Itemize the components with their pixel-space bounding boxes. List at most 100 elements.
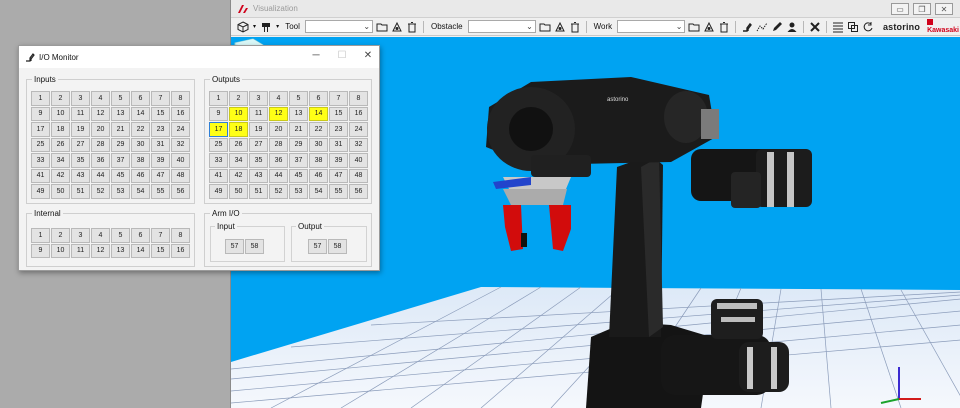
input-signal-54[interactable]: 54 <box>131 184 150 199</box>
output-signal-11[interactable]: 11 <box>249 106 268 121</box>
output-signal-55[interactable]: 55 <box>329 184 348 199</box>
internal-signal-5[interactable]: 5 <box>111 228 130 243</box>
output-signal-24[interactable]: 24 <box>349 122 368 137</box>
output-signal-30[interactable]: 30 <box>309 137 328 152</box>
open-folder-icon[interactable] <box>539 20 551 33</box>
open-folder-icon[interactable] <box>688 20 700 33</box>
output-signal-19[interactable]: 19 <box>249 122 268 137</box>
input-signal-29[interactable]: 29 <box>111 137 130 152</box>
output-signal-20[interactable]: 20 <box>269 122 288 137</box>
trash-icon[interactable] <box>718 20 730 33</box>
frame-icon[interactable] <box>847 20 859 33</box>
output-signal-34[interactable]: 34 <box>229 153 248 168</box>
input-signal-6[interactable]: 6 <box>131 91 150 106</box>
output-signal-51[interactable]: 51 <box>249 184 268 199</box>
internal-signal-8[interactable]: 8 <box>171 228 190 243</box>
output-signal-45[interactable]: 45 <box>289 168 308 183</box>
output-signal-44[interactable]: 44 <box>269 168 288 183</box>
output-signal-7[interactable]: 7 <box>329 91 348 106</box>
output-signal-29[interactable]: 29 <box>289 137 308 152</box>
input-signal-18[interactable]: 18 <box>51 122 70 137</box>
output-signal-27[interactable]: 27 <box>249 137 268 152</box>
restore-button[interactable]: ❐ <box>913 3 931 15</box>
output-signal-48[interactable]: 48 <box>349 168 368 183</box>
input-signal-34[interactable]: 34 <box>51 153 70 168</box>
internal-signal-10[interactable]: 10 <box>51 243 70 258</box>
output-signal-43[interactable]: 43 <box>249 168 268 183</box>
input-signal-4[interactable]: 4 <box>91 91 110 106</box>
internal-signal-16[interactable]: 16 <box>171 243 190 258</box>
input-signal-31[interactable]: 31 <box>151 137 170 152</box>
input-signal-42[interactable]: 42 <box>51 168 70 183</box>
output-signal-10[interactable]: 10 <box>229 106 248 121</box>
input-signal-17[interactable]: 17 <box>31 122 50 137</box>
output-signal-53[interactable]: 53 <box>289 184 308 199</box>
io-monitor-titlebar[interactable]: I/O Monitor ─ ☐ ✕ <box>19 46 379 68</box>
internal-signal-1[interactable]: 1 <box>31 228 50 243</box>
minimize-button[interactable]: ▭ <box>891 3 909 15</box>
output-signal-41[interactable]: 41 <box>209 168 228 183</box>
output-signal-3[interactable]: 3 <box>249 91 268 106</box>
input-signal-38[interactable]: 38 <box>131 153 150 168</box>
internal-signal-13[interactable]: 13 <box>111 243 130 258</box>
chevron-down-icon[interactable]: ▾ <box>275 20 280 33</box>
trash-icon[interactable] <box>406 20 418 33</box>
internal-signal-6[interactable]: 6 <box>131 228 150 243</box>
input-signal-47[interactable]: 47 <box>151 168 170 183</box>
output-signal-40[interactable]: 40 <box>349 153 368 168</box>
output-signal-33[interactable]: 33 <box>209 153 228 168</box>
robot-arm-icon[interactable] <box>741 20 753 33</box>
input-signal-9[interactable]: 9 <box>31 106 50 121</box>
output-signal-42[interactable]: 42 <box>229 168 248 183</box>
input-signal-37[interactable]: 37 <box>111 153 130 168</box>
input-signal-35[interactable]: 35 <box>71 153 90 168</box>
input-signal-21[interactable]: 21 <box>111 122 130 137</box>
arm-output-signal-57[interactable]: 57 <box>308 239 327 254</box>
chevron-down-icon[interactable]: ▾ <box>252 20 257 33</box>
input-signal-28[interactable]: 28 <box>91 137 110 152</box>
output-signal-28[interactable]: 28 <box>269 137 288 152</box>
output-signal-17[interactable]: 17 <box>209 122 228 137</box>
pen-icon[interactable] <box>771 20 783 33</box>
output-signal-22[interactable]: 22 <box>309 122 328 137</box>
output-signal-23[interactable]: 23 <box>329 122 348 137</box>
output-signal-14[interactable]: 14 <box>309 106 328 121</box>
internal-signal-12[interactable]: 12 <box>91 243 110 258</box>
output-signal-32[interactable]: 32 <box>349 137 368 152</box>
output-signal-26[interactable]: 26 <box>229 137 248 152</box>
input-signal-45[interactable]: 45 <box>111 168 130 183</box>
input-signal-13[interactable]: 13 <box>111 106 130 121</box>
input-signal-11[interactable]: 11 <box>71 106 90 121</box>
input-signal-25[interactable]: 25 <box>31 137 50 152</box>
internal-signal-15[interactable]: 15 <box>151 243 170 258</box>
output-signal-52[interactable]: 52 <box>269 184 288 199</box>
output-signal-25[interactable]: 25 <box>209 137 228 152</box>
input-signal-16[interactable]: 16 <box>171 106 190 121</box>
close-button[interactable]: ✕ <box>935 3 953 15</box>
input-signal-20[interactable]: 20 <box>91 122 110 137</box>
output-signal-21[interactable]: 21 <box>289 122 308 137</box>
work-select[interactable]: ⌄ <box>617 20 686 33</box>
path-trace-icon[interactable] <box>756 20 768 33</box>
internal-signal-9[interactable]: 9 <box>31 243 50 258</box>
output-signal-16[interactable]: 16 <box>349 106 368 121</box>
input-signal-23[interactable]: 23 <box>151 122 170 137</box>
input-signal-53[interactable]: 53 <box>111 184 130 199</box>
open-folder-icon[interactable] <box>376 20 388 33</box>
input-signal-10[interactable]: 10 <box>51 106 70 121</box>
output-signal-50[interactable]: 50 <box>229 184 248 199</box>
tool-settings-icon[interactable] <box>391 20 403 33</box>
close-button[interactable]: ✕ <box>361 50 375 62</box>
input-signal-48[interactable]: 48 <box>171 168 190 183</box>
internal-signal-4[interactable]: 4 <box>91 228 110 243</box>
user-icon[interactable] <box>786 20 798 33</box>
obstacle-select[interactable]: ⌄ <box>467 20 536 33</box>
input-signal-26[interactable]: 26 <box>51 137 70 152</box>
internal-signal-14[interactable]: 14 <box>131 243 150 258</box>
output-signal-5[interactable]: 5 <box>289 91 308 106</box>
output-signal-46[interactable]: 46 <box>309 168 328 183</box>
gripper-tool-icon[interactable] <box>260 20 272 33</box>
input-signal-14[interactable]: 14 <box>131 106 150 121</box>
output-signal-8[interactable]: 8 <box>349 91 368 106</box>
output-signal-6[interactable]: 6 <box>309 91 328 106</box>
